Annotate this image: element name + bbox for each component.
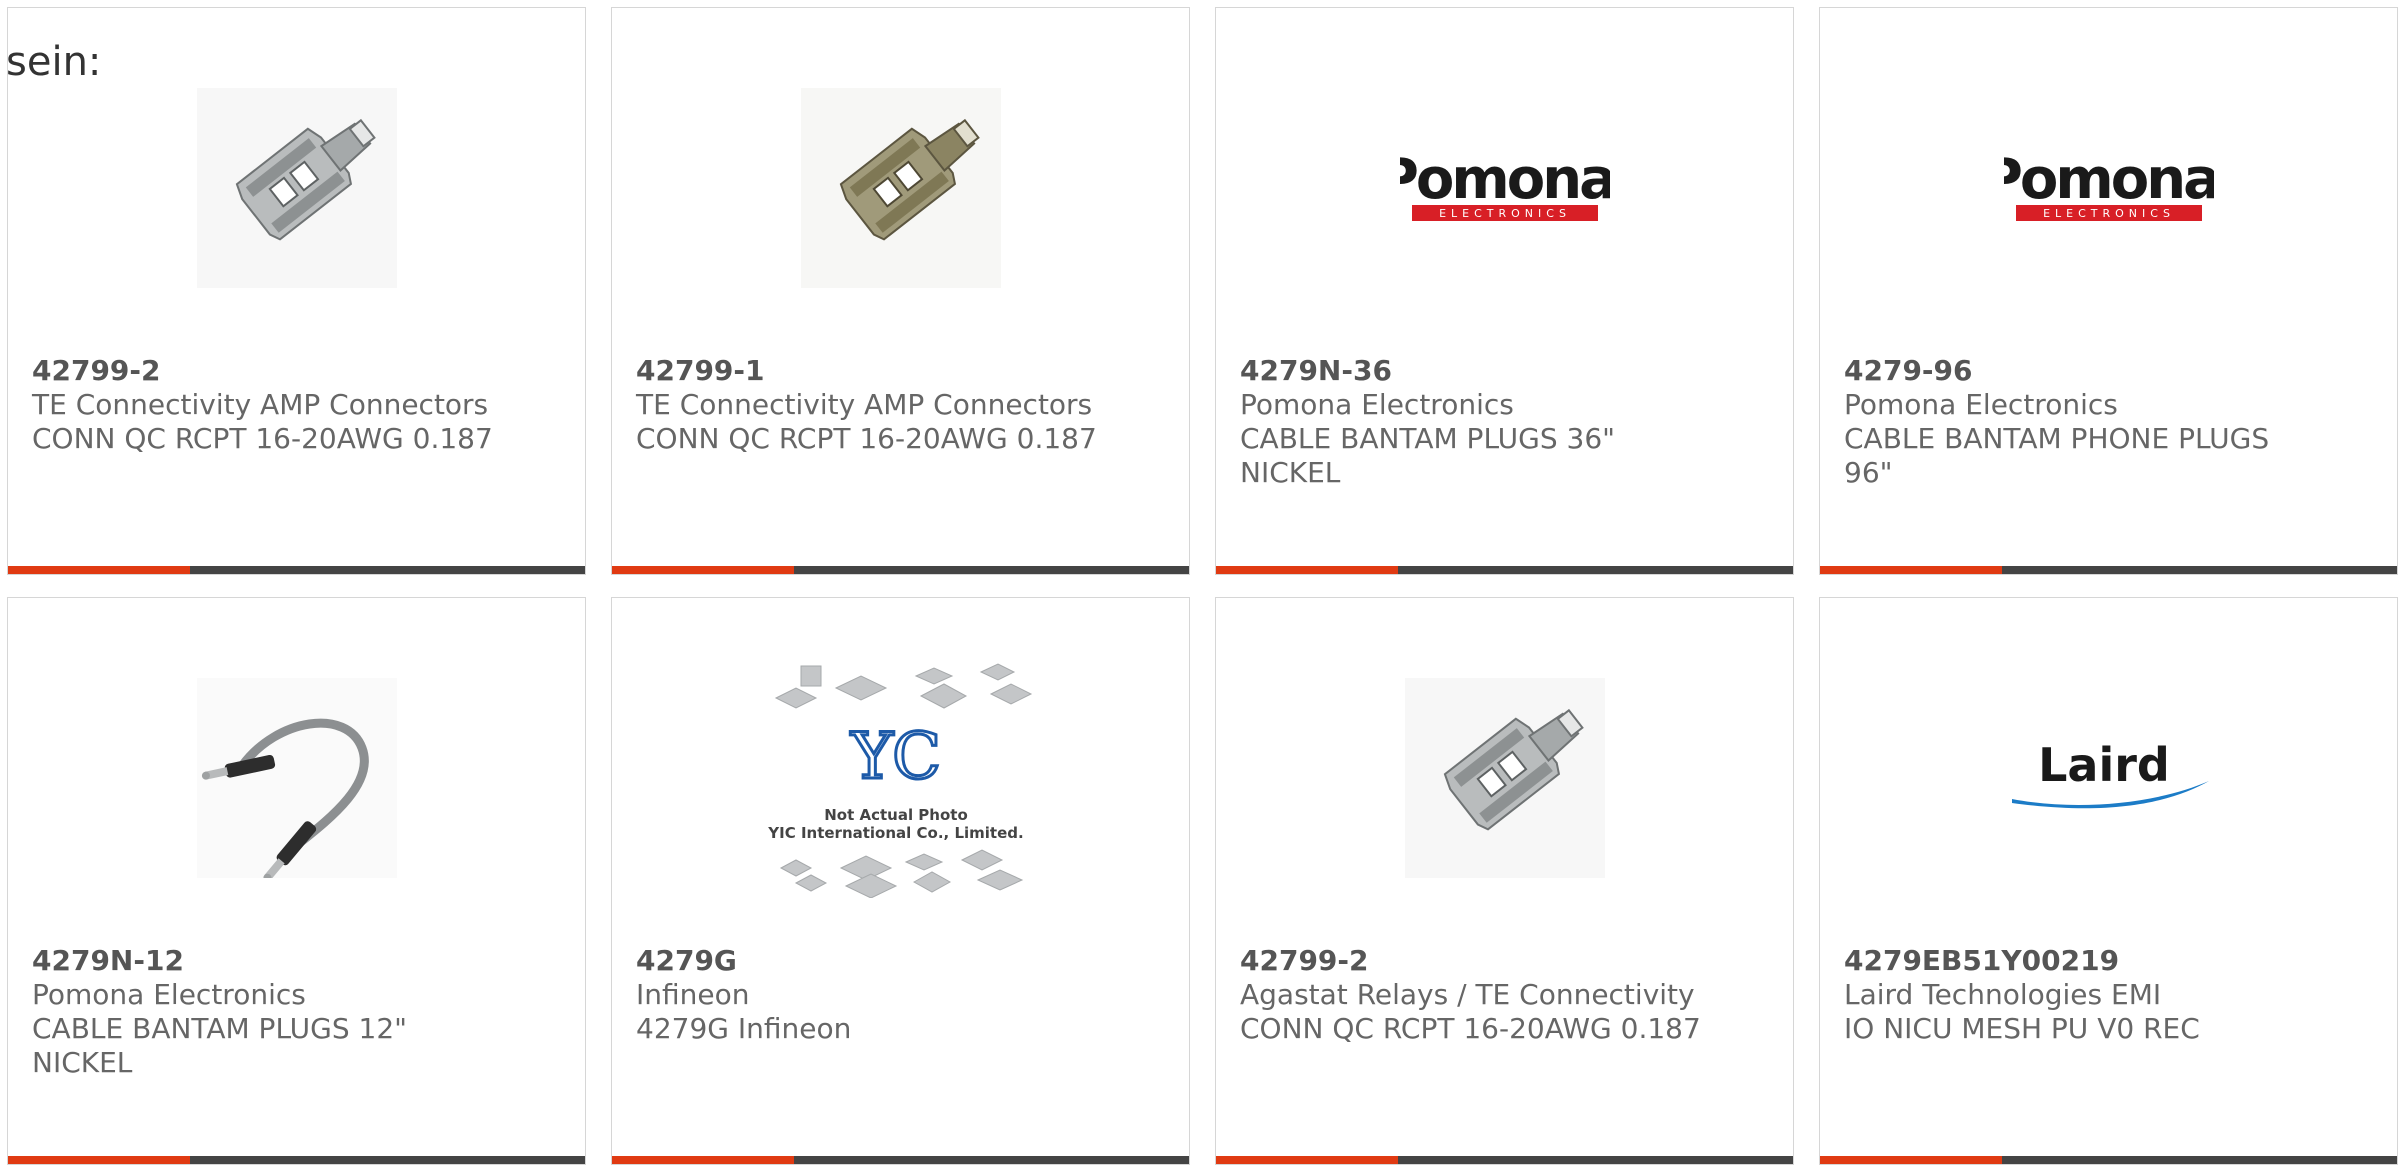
product-image[interactable]: YC Not Actual Photo YIC International Co…: [612, 658, 1189, 898]
product-image[interactable]: Pomona. ELECTRONICS: [1820, 68, 2397, 308]
svg-text:YIC International Co., Limited: YIC International Co., Limited.: [767, 824, 1023, 842]
product-image[interactable]: Pomona. ELECTRONICS: [1216, 68, 1793, 308]
pomona-logo-icon: Pomona. ELECTRONICS: [2004, 147, 2214, 221]
manufacturer: TE Connectivity AMP Connectors: [32, 388, 489, 421]
description: 4279G Infineon: [636, 1012, 852, 1045]
part-number[interactable]: 4279G: [636, 944, 1169, 978]
product-image[interactable]: Laird: [1820, 658, 2397, 898]
product-image[interactable]: [612, 68, 1189, 308]
product-card-1[interactable]: 42799-2 TE Connectivity AMP Connectors C…: [7, 7, 586, 575]
description: CABLE BANTAM PLUGS 36" NICKEL: [1240, 422, 1616, 489]
description: CABLE BANTAM PHONE PLUGS 96": [1844, 422, 2270, 489]
card-bottom-bar: [1820, 566, 2397, 574]
product-image[interactable]: [8, 68, 585, 308]
card-accent-bar: [8, 1156, 190, 1164]
svg-text:Pomona.: Pomona.: [2004, 147, 2214, 212]
svg-text:Not Actual Photo: Not Actual Photo: [824, 806, 968, 824]
manufacturer: Pomona Electronics: [32, 978, 306, 1011]
card-bottom-bar: [1820, 1156, 2397, 1164]
part-number[interactable]: 4279-96: [1844, 354, 2377, 388]
card-accent-bar: [612, 1156, 794, 1164]
product-image[interactable]: [8, 658, 585, 898]
description: CONN QC RCPT 16-20AWG 0.187: [636, 422, 1097, 455]
description: CONN QC RCPT 16-20AWG 0.187: [32, 422, 493, 455]
svg-text:YC: YC: [849, 720, 940, 794]
card-accent-bar: [8, 566, 190, 574]
svg-text:ELECTRONICS: ELECTRONICS: [2043, 207, 2175, 220]
part-number[interactable]: 4279N-36: [1240, 354, 1773, 388]
quick-connect-receptacle-icon: [1404, 678, 1605, 878]
product-card-8[interactable]: Laird 4279EB51Y00219 Laird Technologies …: [1819, 597, 2398, 1165]
product-card-5[interactable]: 4279N-12 Pomona Electronics CABLE BANTAM…: [7, 597, 586, 1165]
manufacturer: Pomona Electronics: [1844, 388, 2118, 421]
svg-text:Pomona.: Pomona.: [1400, 147, 1610, 212]
card-bottom-bar: [612, 1156, 1189, 1164]
part-number[interactable]: 42799-2: [1240, 944, 1773, 978]
part-number[interactable]: 4279EB51Y00219: [1844, 944, 2377, 978]
quick-connect-receptacle-icon: [196, 88, 397, 288]
manufacturer: Infineon: [636, 978, 750, 1011]
manufacturer: Agastat Relays / TE Connectivity: [1240, 978, 1695, 1011]
card-accent-bar: [1216, 1156, 1398, 1164]
product-card-6[interactable]: YC Not Actual Photo YIC International Co…: [611, 597, 1190, 1165]
part-number[interactable]: 4279N-12: [32, 944, 565, 978]
description: CONN QC RCPT 16-20AWG 0.187: [1240, 1012, 1701, 1045]
card-bottom-bar: [8, 1156, 585, 1164]
product-image[interactable]: [1216, 658, 1793, 898]
manufacturer: Pomona Electronics: [1240, 388, 1514, 421]
description: CABLE BANTAM PLUGS 12" NICKEL: [32, 1012, 408, 1079]
card-accent-bar: [1820, 1156, 2002, 1164]
laird-logo-icon: Laird: [2011, 738, 2209, 809]
card-bottom-bar: [1216, 566, 1793, 574]
svg-text:ELECTRONICS: ELECTRONICS: [1439, 207, 1571, 220]
manufacturer: TE Connectivity AMP Connectors: [636, 388, 1093, 421]
product-card-3[interactable]: Pomona. ELECTRONICS 4279N-36 Pomona Elec…: [1215, 7, 1794, 575]
card-bottom-bar: [8, 566, 585, 574]
manufacturer: Laird Technologies EMI: [1844, 978, 2162, 1011]
card-bottom-bar: [1216, 1156, 1793, 1164]
card-accent-bar: [1216, 566, 1398, 574]
card-accent-bar: [612, 566, 794, 574]
product-card-7[interactable]: 42799-2 Agastat Relays / TE Connectivity…: [1215, 597, 1794, 1165]
quick-connect-receptacle-brass-icon: [800, 88, 1001, 288]
bantam-cable-icon: [196, 678, 397, 878]
description: IO NICU MESH PU V0 REC: [1844, 1012, 2200, 1045]
card-bottom-bar: [612, 566, 1189, 574]
svg-text:Laird: Laird: [2038, 738, 2170, 792]
lead-text: sein:: [6, 39, 102, 85]
part-number[interactable]: 42799-1: [636, 354, 1169, 388]
yic-placeholder-icon: YC Not Actual Photo YIC International Co…: [767, 663, 1032, 898]
card-accent-bar: [1820, 566, 2002, 574]
product-card-2[interactable]: 42799-1 TE Connectivity AMP Connectors C…: [611, 7, 1190, 575]
part-number[interactable]: 42799-2: [32, 354, 565, 388]
pomona-logo-icon: Pomona. ELECTRONICS: [1400, 147, 1610, 221]
product-card-4[interactable]: Pomona. ELECTRONICS 4279-96 Pomona Elect…: [1819, 7, 2398, 575]
